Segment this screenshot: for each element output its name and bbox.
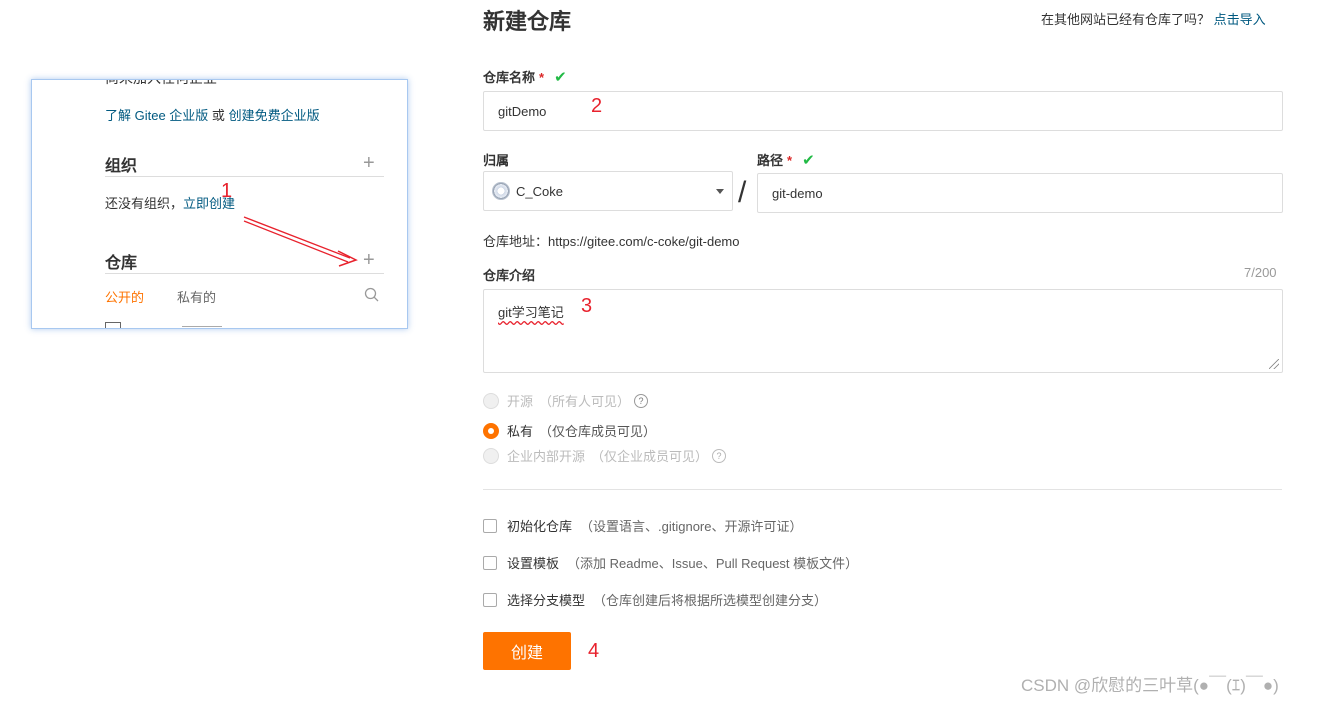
repo-url-value: https://gitee.com/c-coke/git-demo: [548, 234, 740, 249]
owner-label: 归属: [483, 153, 510, 168]
visibility-enterprise-note: （仅企业成员可见）: [591, 449, 709, 464]
visibility-private-note: （仅仓库成员可见）: [539, 424, 657, 439]
visibility-private[interactable]: 私有 （仅仓库成员可见）: [483, 421, 656, 440]
visibility-open-label: 开源: [507, 394, 534, 409]
visibility-enterprise-label: 企业内部开源: [507, 449, 586, 464]
radio-enterprise[interactable]: [483, 447, 499, 464]
path-value: git-demo: [772, 185, 823, 201]
visibility-private-label: 私有: [507, 424, 534, 439]
owner-avatar: [492, 182, 510, 200]
create-button[interactable]: 创建: [483, 632, 571, 670]
visibility-open[interactable]: 开源 （所有人可见） ?: [483, 391, 649, 410]
radio-open[interactable]: [483, 392, 499, 409]
chevron-down-icon: [716, 188, 724, 194]
checkbox-template[interactable]: [483, 555, 497, 570]
annotation-2: 2: [591, 95, 603, 117]
radio-private[interactable]: [483, 422, 499, 439]
option-branch-model-note: （仓库创建后将根据所选模型创建分支）: [593, 593, 828, 608]
path-label-text: 路径: [757, 153, 784, 168]
description-value: git学习笔记: [498, 305, 564, 320]
resize-handle[interactable]: [1269, 359, 1279, 369]
required-mark: *: [539, 70, 545, 85]
option-init-repo-note: （设置语言、.gitignore、开源许可证）: [580, 519, 803, 534]
owner-select[interactable]: C_Coke: [483, 171, 733, 211]
path-input[interactable]: git-demo: [757, 173, 1283, 213]
repo-name-value: gitDemo: [498, 103, 547, 119]
checkbox-init-repo[interactable]: [483, 518, 497, 533]
repo-name-label: 仓库名称 * ✔: [483, 67, 567, 86]
import-prompt: 在其他网站已经有仓库了吗？ 点击导入: [1041, 9, 1266, 28]
checkbox-branch-model[interactable]: [483, 592, 497, 607]
repo-name-input[interactable]: gitDemo: [483, 91, 1283, 131]
option-template-label: 设置模板: [507, 556, 560, 571]
repo-url-label: 仓库地址：: [483, 234, 549, 249]
help-icon[interactable]: ?: [634, 393, 649, 408]
import-link[interactable]: 点击导入: [1214, 12, 1266, 27]
check-icon: ✔: [554, 69, 567, 86]
option-template[interactable]: 设置模板 （添加 Readme、Issue、Pull Request 模板文件）: [483, 553, 858, 572]
watermark: CSDN @欣慰的三叶草(●￣(ｴ)￣●): [1021, 676, 1279, 695]
path-separator: /: [738, 176, 747, 209]
repo-name-label-text: 仓库名称: [483, 70, 536, 85]
path-label: 路径 * ✔: [757, 150, 815, 169]
annotation-4: 4: [588, 640, 600, 662]
check-icon: ✔: [802, 152, 815, 169]
visibility-open-note: （所有人可见）: [539, 394, 631, 409]
repo-url-hint: 仓库地址：https://gitee.com/c-coke/git-demo: [483, 231, 740, 250]
description-counter: 7/200: [1244, 265, 1277, 280]
import-question: 在其他网站已经有仓库了吗？: [1041, 12, 1211, 27]
page-title: 新建仓库: [483, 9, 572, 34]
description-textarea[interactable]: git学习笔记: [483, 289, 1283, 373]
option-init-repo[interactable]: 初始化仓库 （设置语言、.gitignore、开源许可证）: [483, 516, 803, 535]
visibility-enterprise[interactable]: 企业内部开源 （仅企业成员可见） ?: [483, 446, 727, 465]
annotation-3: 3: [581, 295, 593, 317]
section-divider: [483, 489, 1282, 490]
owner-value: C_Coke: [516, 183, 563, 199]
required-mark: *: [787, 153, 793, 168]
option-template-note: （添加 Readme、Issue、Pull Request 模板文件）: [567, 556, 859, 571]
help-icon[interactable]: ?: [712, 448, 727, 463]
option-branch-model-label: 选择分支模型: [507, 593, 586, 608]
option-init-repo-label: 初始化仓库: [507, 519, 573, 534]
description-label: 仓库介绍: [483, 268, 536, 283]
option-branch-model[interactable]: 选择分支模型 （仓库创建后将根据所选模型创建分支）: [483, 590, 827, 609]
